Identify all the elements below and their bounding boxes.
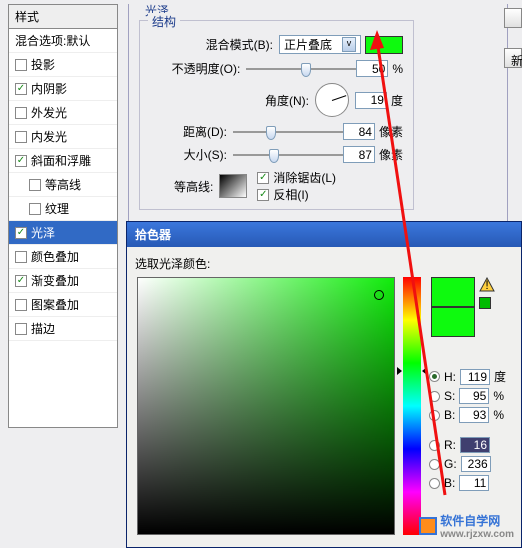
angle-input[interactable] xyxy=(355,92,387,109)
radio-h[interactable] xyxy=(429,371,440,382)
distance-row: 距离(D): 像素 xyxy=(144,123,409,140)
checkbox[interactable] xyxy=(15,323,27,335)
style-inner-shadow[interactable]: 内阴影 xyxy=(9,77,117,101)
color-field[interactable] xyxy=(137,277,395,535)
b2-input[interactable] xyxy=(459,475,489,491)
hue-slider[interactable] xyxy=(403,277,421,535)
opacity-label: 不透明度(O): xyxy=(172,60,241,77)
opacity-row: 不透明度(O): % xyxy=(144,60,409,77)
size-slider[interactable] xyxy=(233,148,343,162)
radio-r[interactable] xyxy=(429,440,440,451)
checkbox[interactable] xyxy=(29,179,41,191)
style-satin[interactable]: 光泽 xyxy=(9,221,117,245)
checkbox[interactable] xyxy=(15,131,27,143)
checkbox[interactable] xyxy=(29,203,41,215)
watermark-logo-icon xyxy=(419,517,437,535)
styles-header: 样式 xyxy=(9,5,117,29)
checkbox[interactable] xyxy=(15,107,27,119)
style-outer-glow[interactable]: 外发光 xyxy=(9,101,117,125)
blend-mode-label: 混合模式(B): xyxy=(206,36,273,53)
styles-panel: 样式 混合选项:默认 投影 内阴影 外发光 内发光 斜面和浮雕 等高线 纹理 光… xyxy=(8,4,118,428)
style-contour[interactable]: 等高线 xyxy=(9,173,117,197)
style-pattern-overlay[interactable]: 图案叠加 xyxy=(9,293,117,317)
opacity-input[interactable] xyxy=(356,60,388,77)
size-input[interactable] xyxy=(343,146,375,163)
invert-checkbox[interactable] xyxy=(257,189,269,201)
style-stroke[interactable]: 描边 xyxy=(9,317,117,341)
angle-row: 角度(N): 度 xyxy=(144,83,409,117)
new-color-swatch[interactable] xyxy=(431,277,475,307)
h-input[interactable] xyxy=(460,369,490,385)
color-field-cursor xyxy=(374,290,384,300)
style-bevel-emboss[interactable]: 斜面和浮雕 xyxy=(9,149,117,173)
contour-label: 等高线: xyxy=(174,178,213,195)
style-inner-glow[interactable]: 内发光 xyxy=(9,125,117,149)
distance-label: 距离(D): xyxy=(183,123,227,140)
color-picker-dialog: 拾色器 选取光泽颜色: ! H:度 S:% B:% R: G: B: xyxy=(126,221,522,548)
style-gradient-overlay[interactable]: 渐变叠加 xyxy=(9,269,117,293)
gamut-swatch[interactable] xyxy=(479,297,491,309)
chevron-down-icon: v xyxy=(342,37,356,52)
button-cropped-1[interactable] xyxy=(504,8,522,28)
blend-color-swatch[interactable] xyxy=(365,36,403,54)
style-texture[interactable]: 纹理 xyxy=(9,197,117,221)
gamut-warning-icon[interactable]: ! xyxy=(479,277,495,293)
g-input[interactable] xyxy=(461,456,491,472)
radio-g[interactable] xyxy=(429,459,440,470)
checkbox[interactable] xyxy=(15,251,27,263)
s-input[interactable] xyxy=(459,388,489,404)
b-input[interactable] xyxy=(459,407,489,423)
r-input[interactable] xyxy=(460,437,490,453)
contour-row: 等高线: 消除锯齿(L) 反相(I) xyxy=(144,169,409,203)
checkbox[interactable] xyxy=(15,275,27,287)
picker-prompt: 选取光泽颜色: xyxy=(135,255,513,272)
antialias-checkbox[interactable] xyxy=(257,172,269,184)
structure-group: 结构 混合模式(B): 正片叠底v 不透明度(O): % 角度(N): 度 距离… xyxy=(139,20,414,210)
style-color-overlay[interactable]: 颜色叠加 xyxy=(9,245,117,269)
blend-mode-select[interactable]: 正片叠底v xyxy=(279,35,361,54)
hue-slider-thumb[interactable] xyxy=(397,367,427,375)
blending-options-default[interactable]: 混合选项:默认 xyxy=(9,29,117,53)
satin-settings-panel: 光泽 结构 混合模式(B): 正片叠底v 不透明度(O): % 角度(N): 度 xyxy=(128,4,508,222)
angle-label: 角度(N): xyxy=(265,92,309,109)
size-row: 大小(S): 像素 xyxy=(144,146,409,163)
checkbox[interactable] xyxy=(15,299,27,311)
radio-b2[interactable] xyxy=(429,478,440,489)
radio-b[interactable] xyxy=(429,410,440,421)
angle-dial[interactable] xyxy=(315,83,349,117)
size-label: 大小(S): xyxy=(184,146,227,163)
new-style-button[interactable]: 新 xyxy=(504,48,522,68)
checkbox[interactable] xyxy=(15,83,27,95)
opacity-slider[interactable] xyxy=(246,62,356,76)
checkbox[interactable] xyxy=(15,155,27,167)
contour-picker[interactable] xyxy=(219,174,247,198)
radio-s[interactable] xyxy=(429,391,440,402)
distance-slider[interactable] xyxy=(233,125,343,139)
style-drop-shadow[interactable]: 投影 xyxy=(9,53,117,77)
picker-titlebar[interactable]: 拾色器 xyxy=(127,222,521,247)
svg-text:!: ! xyxy=(485,278,488,292)
structure-label: 结构 xyxy=(148,13,180,30)
checkbox[interactable] xyxy=(15,227,27,239)
hsb-rgb-inputs: H:度 S:% B:% R: G: B: xyxy=(429,365,506,494)
checkbox[interactable] xyxy=(15,59,27,71)
blend-mode-row: 混合模式(B): 正片叠底v xyxy=(144,35,409,54)
distance-input[interactable] xyxy=(343,123,375,140)
watermark: 软件自学网 www.rjzxw.com xyxy=(419,512,514,540)
current-color-swatch[interactable] xyxy=(431,307,475,337)
